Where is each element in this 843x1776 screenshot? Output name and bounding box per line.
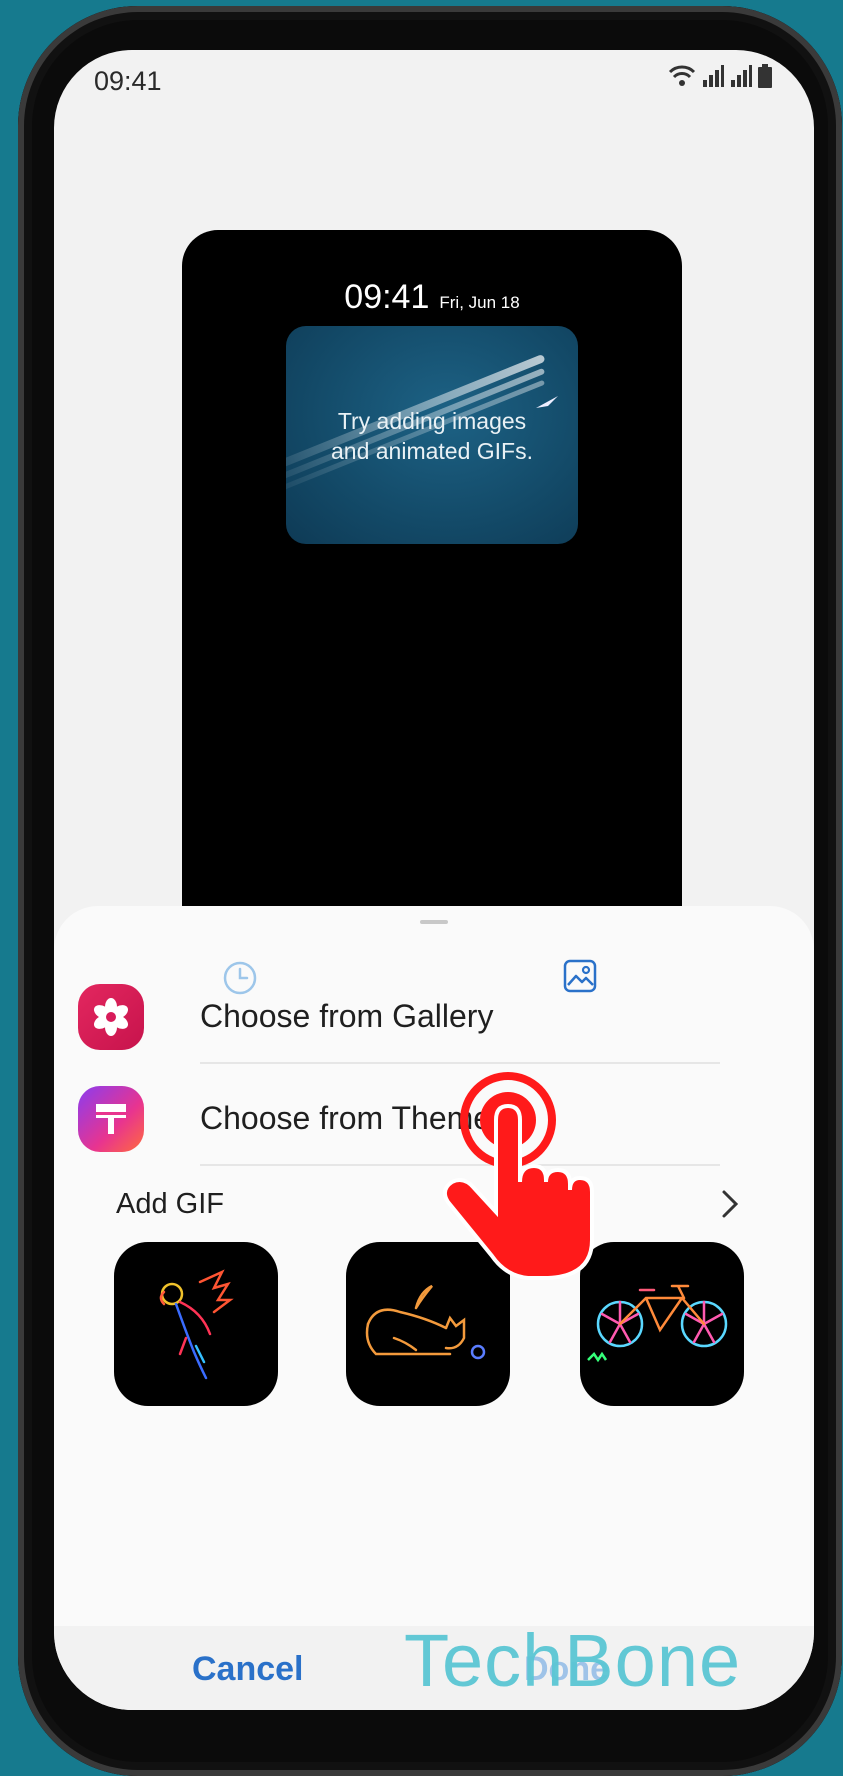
themes-brush-icon	[78, 1086, 144, 1152]
parrot-icon	[159, 1269, 234, 1380]
phone-screen: 09:41 09:41 Fri, Jun 18 Try adding image…	[54, 50, 814, 1710]
wifi-icon	[668, 65, 696, 86]
parrot-gif-thumbnail[interactable]	[114, 1242, 278, 1406]
lock-clock: 09:41 Fri, Jun 18	[182, 278, 682, 317]
lock-date: Fri, Jun 18	[439, 293, 520, 312]
cancel-button[interactable]: Cancel	[192, 1650, 304, 1689]
lock-screen-preview: 09:41 Fri, Jun 18 Try adding images and a…	[182, 230, 682, 950]
divider	[200, 1062, 720, 1064]
choose-from-themes-option[interactable]: Choose from Themes	[78, 1078, 718, 1158]
tap-pointer-hand-icon	[442, 1072, 594, 1280]
status-bar: 09:41	[54, 50, 814, 110]
choose-from-gallery-option[interactable]: Choose from Gallery	[78, 976, 718, 1056]
hint-line-1: Try adding images	[337, 408, 527, 434]
gallery-flower-icon	[78, 984, 144, 1050]
bicycle-gif-thumbnail[interactable]	[580, 1242, 744, 1406]
status-icons	[668, 64, 772, 88]
battery-icon	[758, 64, 772, 88]
lock-time: 09:41	[344, 278, 430, 316]
add-gif-label: Add GIF	[116, 1188, 224, 1220]
bicycle-icon	[587, 1284, 728, 1363]
status-time: 09:41	[94, 66, 162, 96]
bottom-sheet: Choose from Gallery Choose from Themes A…	[54, 906, 814, 1626]
sheet-drag-handle[interactable]	[420, 920, 448, 924]
hint-line-2: and animated GIFs.	[331, 438, 533, 464]
signal-icon	[731, 65, 752, 87]
watermark-logo: TechBone	[404, 1619, 742, 1702]
gallery-option-label: Choose from Gallery	[200, 998, 494, 1034]
hint-text: Try adding images and animated GIFs.	[286, 406, 578, 466]
chevron-right-icon[interactable]	[716, 1184, 744, 1224]
signal-icon	[703, 65, 724, 87]
sample-image-tile: Try adding images and animated GIFs.	[286, 326, 578, 544]
